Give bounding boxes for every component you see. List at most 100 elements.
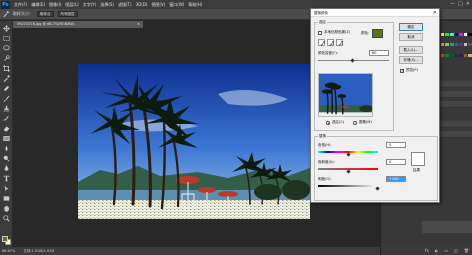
swatch[interactable] [463, 43, 468, 47]
image-radio[interactable] [353, 121, 357, 125]
swatch[interactable] [459, 43, 463, 47]
menu-view[interactable]: 视图(V) [151, 2, 165, 8]
swatch[interactable] [440, 33, 445, 36]
swatch[interactable] [459, 33, 463, 36]
lightness-input[interactable]: +100 [386, 176, 406, 182]
swatch[interactable] [463, 53, 468, 57]
history-brush-tool-icon[interactable] [3, 115, 10, 122]
sample-size-select[interactable]: 取样点 [37, 11, 54, 17]
menu-file[interactable]: 文件(F) [14, 2, 27, 8]
sample-mode-select[interactable]: 所有图层 [57, 11, 78, 17]
lightness-slider[interactable] [318, 185, 378, 187]
replace-legend: 替换 [319, 134, 326, 138]
selection-preview [318, 73, 373, 117]
swatch[interactable] [468, 33, 472, 36]
dodge-tool-icon[interactable] [3, 155, 10, 162]
swatch[interactable] [454, 43, 459, 47]
mask-icon[interactable]: ▭ [444, 248, 448, 253]
saturation-label: 饱和度(A): [318, 160, 335, 164]
window-controls: — □ ✕ [450, 1, 470, 7]
menu-3d[interactable]: 3D(D) [136, 2, 148, 7]
document-info: 文档:1.91M/1.91M [23, 249, 55, 253]
shape-tool-icon[interactable] [3, 195, 10, 202]
healing-brush-tool-icon[interactable] [3, 85, 10, 92]
crop-tool-icon[interactable] [3, 65, 10, 72]
swatch[interactable] [445, 53, 449, 57]
swatch[interactable] [440, 53, 445, 57]
selection-radio[interactable] [326, 121, 330, 125]
localized-clusters-checkbox[interactable] [318, 31, 322, 35]
swatch[interactable] [468, 43, 472, 47]
swatch[interactable] [445, 33, 449, 36]
adjustment-layer-icon[interactable]: ◐ [435, 248, 439, 253]
eraser-tool-icon[interactable] [3, 125, 10, 132]
save-button[interactable]: 存储(S)... [399, 56, 423, 64]
menu-window[interactable]: 窗口(W) [169, 2, 184, 8]
swatch[interactable] [449, 53, 454, 57]
brush-tool-icon[interactable] [3, 95, 10, 102]
close-window-button[interactable]: ✕ [466, 1, 470, 7]
menu-image[interactable]: 图像(I) [49, 2, 61, 8]
load-button[interactable]: 载入(L)... [399, 46, 423, 54]
menu-filter[interactable]: 滤镜(T) [118, 2, 132, 8]
stamp-tool-icon[interactable] [3, 105, 10, 112]
document-image[interactable] [78, 64, 310, 219]
swatch[interactable] [454, 33, 459, 36]
blur-tool-icon[interactable] [3, 145, 10, 152]
fx-icon[interactable]: fx [425, 248, 429, 253]
document-close-button[interactable]: × [137, 21, 140, 28]
ok-button[interactable]: 确定 [399, 23, 423, 31]
document-tab[interactable]: 59271578.jpg @ 66.7%(RGB/8#) × [13, 21, 143, 28]
menu-edit[interactable]: 编辑(E) [31, 2, 45, 8]
quick-select-tool-icon[interactable] [3, 55, 10, 62]
fuzziness-input[interactable]: 60 [369, 50, 389, 56]
maximize-button[interactable]: □ [458, 1, 463, 7]
lightness-label: 明度(G): [318, 177, 332, 181]
sample-size-label: 取样大小： [13, 11, 33, 16]
dialog-titlebar[interactable]: 替换颜色 ✕ [311, 9, 439, 17]
minimize-button[interactable]: — [450, 1, 455, 7]
layer-row[interactable] [422, 221, 472, 233]
zoom-tool-icon[interactable] [3, 215, 10, 222]
dialog-close-button[interactable]: ✕ [433, 9, 437, 17]
add-to-sample-button[interactable] [327, 39, 334, 46]
hue-input[interactable]: 0 [386, 142, 406, 148]
hand-tool-icon[interactable] [3, 205, 10, 212]
saturation-input[interactable]: 0 [386, 159, 406, 165]
path-selection-tool-icon[interactable] [3, 185, 10, 192]
swatch[interactable] [440, 43, 445, 47]
eyedropper-icon[interactable] [3, 75, 10, 82]
pen-tool-icon[interactable] [3, 165, 10, 172]
swatch[interactable] [468, 53, 472, 57]
zoom-level[interactable]: 66.67% [2, 247, 15, 255]
swatch[interactable] [463, 33, 468, 36]
move-tool-icon[interactable] [3, 25, 10, 32]
gradient-tool-icon[interactable] [3, 135, 10, 142]
result-color-swatch[interactable] [411, 152, 425, 166]
trash-icon[interactable]: 🗑 [464, 248, 469, 253]
subtract-from-sample-button[interactable] [336, 39, 343, 46]
eyedropper-tool-icon[interactable] [3, 10, 9, 18]
status-bar: 66.67% 文档:1.91M/1.91M [0, 247, 380, 255]
menu-type[interactable]: 文字(Y) [83, 2, 97, 8]
marquee-tool-icon[interactable] [3, 35, 10, 42]
menu-help[interactable]: 帮助(H) [188, 2, 202, 8]
swatch[interactable] [454, 53, 459, 57]
palm-beach-photo [78, 64, 310, 219]
swatch[interactable] [459, 53, 463, 57]
new-layer-icon[interactable]: ◫ [454, 248, 458, 253]
swatch[interactable] [449, 33, 454, 36]
foreground-color-swatch[interactable] [2, 236, 8, 242]
swatch[interactable] [449, 43, 454, 47]
lasso-tool-icon[interactable] [3, 45, 10, 52]
preview-label: 预览(P) [406, 68, 418, 72]
preview-checkbox[interactable]: ✓ [400, 69, 404, 73]
selected-color-swatch[interactable] [372, 29, 383, 38]
swatch[interactable] [445, 43, 449, 47]
cancel-button[interactable]: 取消 [399, 33, 423, 41]
menu-select[interactable]: 选择(S) [100, 2, 114, 8]
selection-legend: 选区 [319, 20, 326, 24]
eyedropper-button[interactable] [318, 39, 325, 46]
menu-layer[interactable]: 图层(L) [65, 2, 78, 8]
type-tool-icon[interactable] [3, 175, 10, 182]
